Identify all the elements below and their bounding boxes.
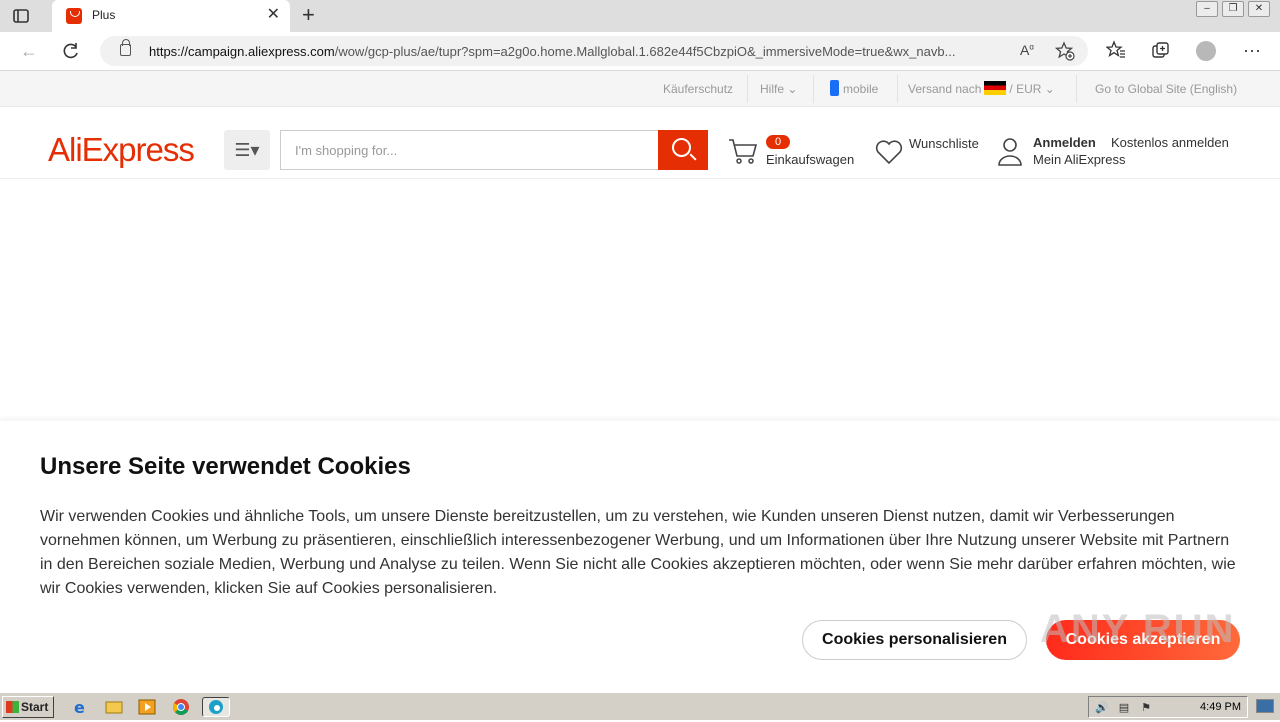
- tab-title: Plus: [92, 8, 116, 22]
- ie-icon[interactable]: e: [70, 697, 90, 717]
- search-button[interactable]: [658, 130, 708, 170]
- close-window-button[interactable]: ✕: [1248, 1, 1270, 17]
- accept-cookies-button[interactable]: Cookies akzeptieren: [1046, 620, 1240, 660]
- customize-cookies-button[interactable]: Cookies personalisieren: [802, 620, 1027, 660]
- media-player-icon[interactable]: [137, 697, 157, 717]
- heart-icon[interactable]: [874, 137, 904, 167]
- browser-tab[interactable]: Plus ✕: [52, 0, 290, 32]
- url-text: https://campaign.aliexpress.com/wow/gcp-…: [149, 44, 956, 59]
- user-icon[interactable]: [996, 135, 1024, 167]
- svg-text:e: e: [74, 698, 85, 717]
- cookie-banner-text: Wir verwenden Cookies und ähnliche Tools…: [40, 508, 1236, 597]
- network-icon[interactable]: ▤: [1117, 701, 1131, 715]
- folder-icon[interactable]: [104, 697, 124, 717]
- cart-link[interactable]: Einkaufswagen: [766, 152, 854, 167]
- volume-icon[interactable]: 🔊: [1095, 701, 1109, 715]
- lock-icon[interactable]: [120, 39, 131, 56]
- flag-icon[interactable]: ⚑: [1139, 701, 1153, 715]
- my-aliexpress-link[interactable]: Mein AliExpress: [1033, 152, 1125, 167]
- help-menu[interactable]: Hilfe ⌄: [760, 82, 797, 96]
- register-link[interactable]: Kostenlos anmelden: [1111, 135, 1229, 150]
- back-icon[interactable]: ←: [18, 40, 40, 62]
- os-taskbar: Start e 🔊 ▤ ⚑ 4:49 PM: [0, 692, 1280, 720]
- more-icon[interactable]: ···: [1243, 40, 1261, 61]
- read-aloud-icon[interactable]: Aɑ: [1020, 42, 1034, 58]
- edge-icon[interactable]: [202, 697, 230, 717]
- menu-icon: ☰▾: [234, 140, 260, 160]
- ship-to-selector[interactable]: Versand nach / EUR ⌄: [908, 81, 1055, 96]
- divider: [897, 75, 898, 103]
- divider: [813, 75, 814, 103]
- site-header: AliExpress ☰▾ I'm shopping for... 0 Eink…: [0, 107, 1280, 179]
- minimize-button[interactable]: –: [1196, 1, 1218, 17]
- close-icon[interactable]: ✕: [267, 6, 280, 24]
- browser-tab-strip: Plus ✕ + – ❐ ✕: [0, 0, 1280, 32]
- chrome-icon[interactable]: [171, 697, 191, 717]
- chevron-down-icon: ⌄: [1044, 82, 1055, 96]
- phone-icon: [830, 80, 839, 96]
- add-favorite-icon[interactable]: [1055, 41, 1075, 61]
- refresh-icon[interactable]: [60, 40, 82, 62]
- sidebar-icon[interactable]: [12, 7, 30, 25]
- address-bar-row: ← https://campaign.aliexpress.com/wow/gc…: [0, 32, 1280, 71]
- windows-logo-icon: [6, 701, 19, 713]
- restore-button[interactable]: ❐: [1222, 1, 1244, 17]
- utility-bar: Käuferschutz Hilfe ⌄ mobile Versand nach…: [0, 71, 1280, 107]
- germany-flag-icon: [984, 81, 1007, 95]
- categories-menu-button[interactable]: ☰▾: [224, 130, 270, 170]
- wishlist-link[interactable]: Wunschliste: [909, 136, 979, 151]
- mobile-app-link[interactable]: mobile: [830, 80, 878, 96]
- show-desktop-icon[interactable]: [1256, 699, 1274, 713]
- chevron-down-icon: ⌄: [787, 82, 798, 96]
- divider: [1076, 75, 1077, 103]
- cart-count-badge: 0: [766, 135, 790, 149]
- plus-icon[interactable]: +: [302, 4, 315, 26]
- window-controls: – ❐ ✕: [1196, 1, 1270, 17]
- search-input[interactable]: I'm shopping for...: [280, 130, 658, 170]
- cookie-banner: Unsere Seite verwendet Cookies Wir verwe…: [0, 421, 1280, 692]
- divider: [747, 75, 748, 103]
- clock: 4:49 PM: [1200, 701, 1241, 713]
- global-site-link[interactable]: Go to Global Site (English): [1095, 82, 1237, 96]
- sign-in-link[interactable]: Anmelden: [1033, 135, 1096, 150]
- aliexpress-logo[interactable]: AliExpress: [48, 131, 195, 169]
- profile-icon[interactable]: [1196, 41, 1216, 61]
- collections-icon[interactable]: [1150, 40, 1172, 62]
- start-button[interactable]: Start: [2, 696, 54, 718]
- cookie-banner-title: Unsere Seite verwendet Cookies: [40, 453, 411, 480]
- cart-icon[interactable]: [728, 137, 758, 165]
- url-input[interactable]: https://campaign.aliexpress.com/wow/gcp-…: [100, 36, 1088, 66]
- favorites-icon[interactable]: [1106, 40, 1126, 60]
- buyer-protection-link[interactable]: Käuferschutz: [663, 82, 733, 96]
- system-tray: 🔊 ▤ ⚑ 4:49 PM: [1088, 696, 1248, 718]
- aliexpress-favicon-icon: [66, 8, 82, 24]
